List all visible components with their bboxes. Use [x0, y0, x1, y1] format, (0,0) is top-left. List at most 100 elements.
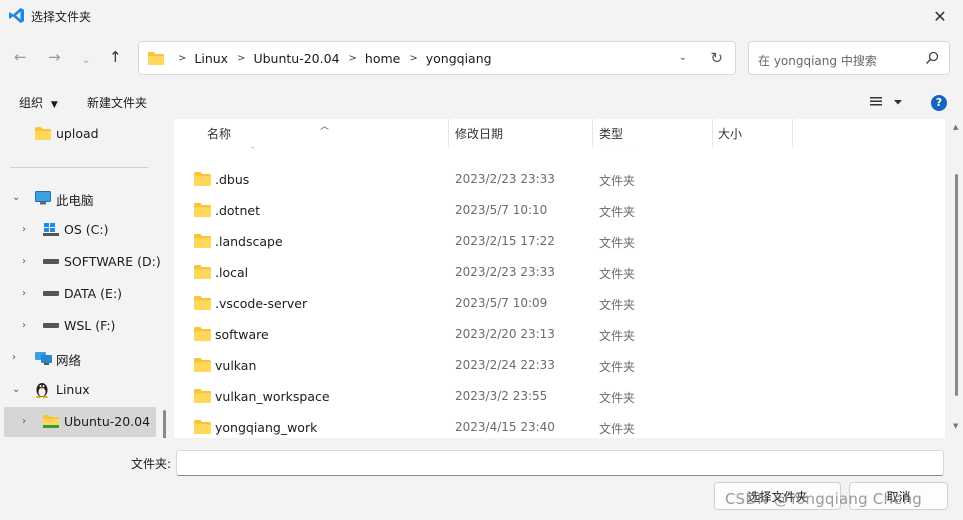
back-arrow-icon[interactable]: ←	[14, 50, 27, 65]
scroll-up-arrow-icon[interactable]: ▲	[953, 123, 958, 131]
breadcrumb-home[interactable]: home	[365, 51, 400, 66]
file-type: 文件夹	[599, 267, 636, 281]
file-date: 2023/2/15 17:22	[455, 234, 555, 248]
chevron-right-icon[interactable]: ›	[22, 320, 32, 331]
file-name: software	[215, 327, 269, 342]
folder-icon	[194, 234, 211, 248]
command-toolbar: 组织 ▼ 新建文件夹	[0, 86, 963, 118]
file-type: 文件夹	[599, 329, 636, 343]
file-name: yongqiang_work	[215, 420, 318, 435]
file-date: 2023/4/15 23:40	[455, 420, 555, 434]
file-row[interactable]: .dbus 2023/2/23 23:33 文件夹	[174, 164, 945, 195]
chevron-down-icon[interactable]: ⌄	[12, 384, 22, 395]
new-folder-button[interactable]: 新建文件夹	[87, 94, 147, 111]
file-date: 2023/2/24 22:33	[455, 358, 555, 372]
column-divider[interactable]	[712, 119, 713, 147]
sidebar-item-linux[interactable]: ⌄ Linux	[4, 375, 154, 405]
column-name[interactable]: 名称	[207, 125, 231, 142]
chevron-down-icon[interactable]: ⌄	[12, 192, 22, 203]
computer-icon	[35, 191, 51, 205]
chevron-right-icon[interactable]: ›	[22, 288, 32, 299]
folder-icon	[194, 203, 211, 217]
chevron-right-icon[interactable]: ›	[22, 256, 32, 267]
file-row[interactable]: vulkan 2023/2/24 22:33 文件夹	[174, 350, 945, 381]
search-icon[interactable]	[925, 51, 939, 65]
sidebar-item-network[interactable]: › 网络	[4, 343, 154, 373]
column-header: ︿ 名称 修改日期 类型 大小	[174, 119, 945, 147]
organize-button[interactable]: 组织 ▼	[19, 94, 58, 111]
forward-arrow-icon[interactable]: →	[48, 50, 61, 65]
column-date[interactable]: 修改日期	[455, 125, 503, 142]
file-name: .dbus	[215, 172, 250, 187]
linux-penguin-icon	[36, 383, 48, 398]
chevron-down-icon[interactable]: ⌄	[679, 52, 687, 63]
sidebar-item-wsl-f[interactable]: › WSL (F:)	[4, 311, 154, 341]
column-type[interactable]: 类型	[599, 125, 623, 142]
chevron-right-icon[interactable]: ›	[22, 416, 32, 427]
folder-icon	[194, 172, 211, 186]
breadcrumb-ubuntu[interactable]: Ubuntu-20.04	[253, 51, 339, 66]
window-title: 选择文件夹	[31, 10, 92, 24]
sidebar-item-label: SOFTWARE (D:)	[64, 254, 161, 269]
watermark: CSDN @Yongqiang Cheng	[725, 490, 923, 508]
scrollbar-thumb[interactable]	[955, 174, 958, 396]
navigation-pane: upload ⌄ 此电脑 › OS (C:) › SOFTWARE (D:) ›	[0, 119, 168, 438]
sidebar-item-ubuntu[interactable]: › Ubuntu-20.04	[4, 407, 156, 437]
file-date: 2023/5/7 10:10	[455, 203, 548, 217]
help-icon[interactable]: ?	[931, 95, 947, 111]
chevron-right-icon[interactable]: ›	[12, 352, 22, 363]
sidebar-item-os-c[interactable]: › OS (C:)	[4, 215, 154, 245]
refresh-icon[interactable]: ↻	[710, 49, 723, 67]
file-date: 2023/5/7 10:09	[455, 296, 548, 310]
file-row[interactable]: software 2023/2/20 23:13 文件夹	[174, 319, 945, 350]
breadcrumb-yongqiang[interactable]: yongqiang	[426, 51, 492, 66]
chevron-right-icon[interactable]: ›	[22, 224, 32, 235]
file-type: 文件夹	[599, 236, 636, 250]
file-list-scrollbar[interactable]: ▲ ▼	[950, 119, 963, 438]
sidebar-item-this-pc[interactable]: ⌄ 此电脑	[4, 183, 154, 213]
scroll-down-arrow-icon[interactable]: ▼	[953, 422, 958, 430]
file-row[interactable]: .landscape 2023/2/15 17:22 文件夹	[174, 226, 945, 257]
sidebar-scrollbar[interactable]	[163, 410, 166, 438]
column-divider[interactable]	[448, 119, 449, 147]
column-size[interactable]: 大小	[718, 125, 742, 142]
sidebar-item-label: WSL (F:)	[64, 318, 116, 333]
search-input[interactable]: 在 yongqiang 中搜索	[748, 41, 950, 75]
file-row[interactable]: yongqiang_work 2023/4/15 23:40 文件夹	[174, 412, 945, 438]
file-row[interactable]: vulkan_workspace 2023/3/2 23:55 文件夹	[174, 381, 945, 412]
column-divider[interactable]	[592, 119, 593, 147]
vscode-icon	[9, 8, 24, 23]
recent-locations-chevron-icon[interactable]: ⌄	[82, 53, 90, 68]
folder-field[interactable]	[176, 450, 944, 476]
sidebar-item-upload[interactable]: upload	[4, 119, 154, 149]
file-date: 2023/3/2 23:55	[455, 389, 548, 403]
file-row[interactable]: .dotnet 2023/5/7 10:10 文件夹	[174, 195, 945, 226]
column-divider[interactable]	[792, 119, 793, 147]
up-arrow-icon[interactable]: ↑	[109, 50, 122, 65]
address-bar[interactable]: > Linux > Ubuntu-20.04 > home > yongqian…	[138, 41, 736, 75]
chevron-right-icon[interactable]: >	[409, 53, 417, 64]
sort-ascending-icon: ︿	[320, 122, 330, 132]
sidebar-item-software-d[interactable]: › SOFTWARE (D:)	[4, 247, 161, 277]
file-row[interactable]: .vscode-server 2023/5/7 10:09 文件夹	[174, 288, 945, 319]
chevron-right-icon[interactable]: >	[349, 53, 357, 64]
sidebar-item-label: Ubuntu-20.04	[64, 414, 151, 429]
chevron-right-icon[interactable]: >	[237, 53, 245, 64]
file-name: vulkan_workspace	[215, 389, 330, 404]
sidebar-item-data-e[interactable]: › DATA (E:)	[4, 279, 154, 309]
search-placeholder: 在 yongqiang 中搜索	[758, 54, 877, 68]
drive-icon	[43, 259, 59, 264]
network-icon	[35, 352, 52, 365]
view-options-icon[interactable]	[869, 95, 903, 109]
sidebar-item-label: Linux	[56, 382, 90, 397]
breadcrumb: > Linux > Ubuntu-20.04 > home > yongqian…	[173, 51, 492, 66]
file-type: 文件夹	[599, 174, 636, 188]
breadcrumb-linux[interactable]: Linux	[194, 51, 228, 66]
file-row[interactable]: .local 2023/2/23 23:33 文件夹	[174, 257, 945, 288]
file-type: 文件夹	[599, 298, 636, 312]
organize-label: 组织	[19, 96, 44, 110]
close-icon[interactable]: ✕	[917, 0, 963, 32]
folder-icon	[148, 52, 164, 65]
file-type: 文件夹	[599, 205, 636, 219]
file-type: 文件夹	[599, 360, 636, 374]
